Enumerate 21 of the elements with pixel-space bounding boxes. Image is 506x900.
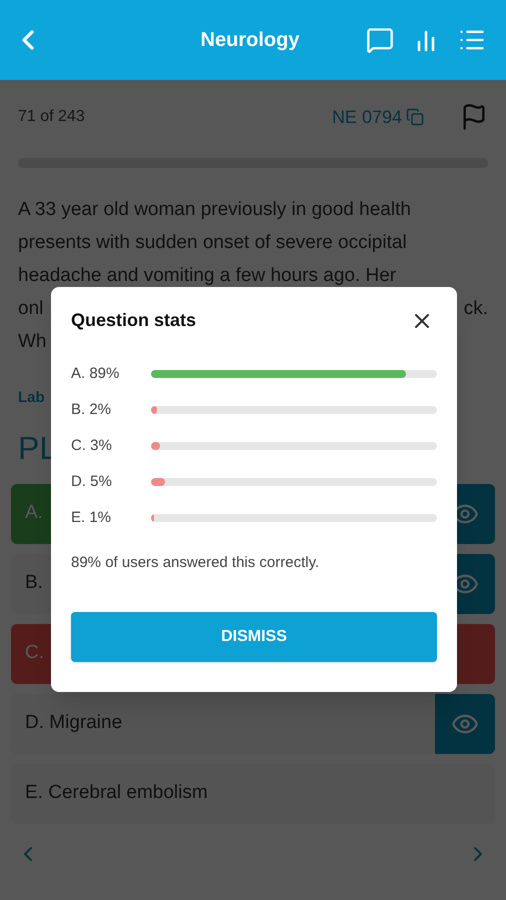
copy-icon[interactable]	[406, 108, 424, 126]
question-text: onl	[18, 297, 44, 322]
stat-label: B. 2%	[71, 400, 112, 420]
stat-label: D. 5%	[71, 472, 113, 492]
summary-text: 89% of users answered this correctly.	[71, 553, 320, 573]
question-text: A 33 year old woman previously in good health	[18, 198, 411, 222]
lab-link[interactable]: Lab	[18, 387, 45, 410]
question-text: Wh	[18, 330, 46, 354]
question-position: 71 of 243	[18, 107, 85, 127]
dialog-title: Question stats	[71, 309, 196, 332]
stat-label: C. 3%	[71, 436, 113, 456]
question-text: headache and vomiting a few hours ago. Her	[18, 264, 396, 288]
answer-option[interactable]: E. Cerebral embolism	[11, 764, 495, 824]
question-text: ck.	[464, 297, 488, 322]
question-text: presents with sudden onset of severe occipital	[18, 231, 407, 256]
dismiss-button[interactable]: DISMISS	[71, 612, 437, 662]
stat-label: A. 89%	[71, 364, 120, 384]
header-title: Neurology	[200, 28, 300, 53]
question-code[interactable]: NE 0794	[332, 104, 402, 130]
stat-label: E. 1%	[71, 508, 112, 528]
comment-icon[interactable]	[366, 26, 394, 54]
